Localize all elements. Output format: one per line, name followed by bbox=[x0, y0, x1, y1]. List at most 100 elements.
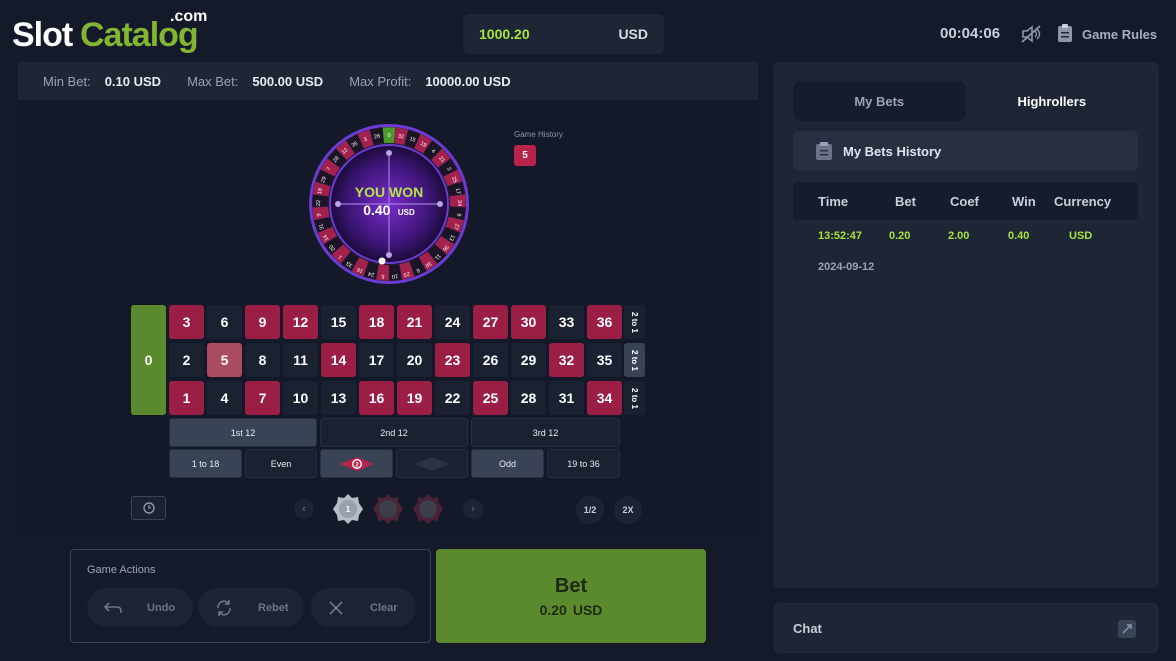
col-time: Time bbox=[818, 194, 849, 209]
bet-black[interactable] bbox=[396, 449, 468, 478]
bet-cell-5[interactable]: 5 bbox=[207, 343, 242, 377]
bet-cell-33[interactable]: 33 bbox=[549, 305, 584, 339]
bet-cell-26[interactable]: 26 bbox=[473, 343, 508, 377]
wheel-pocket-number: 34 bbox=[456, 200, 462, 206]
column-bet-label: 2 to 1 bbox=[630, 387, 639, 409]
row-coef: 2.00 bbox=[948, 230, 970, 242]
bet-cell-4[interactable]: 4 bbox=[207, 381, 242, 415]
bet-cell-12[interactable]: 12 bbox=[283, 305, 318, 339]
half-bet-button[interactable]: 1/2 bbox=[576, 496, 604, 524]
undo-button[interactable]: Undo bbox=[87, 588, 193, 627]
bet-cell-3[interactable]: 3 bbox=[169, 305, 204, 339]
undo-label: Undo bbox=[147, 601, 176, 614]
bet-cell-21[interactable]: 21 bbox=[397, 305, 432, 339]
bet-cell-0[interactable]: 0 bbox=[131, 305, 166, 415]
history-list-icon bbox=[816, 142, 832, 160]
tab-my-bets[interactable]: My Bets bbox=[793, 81, 966, 121]
bet-cell-9[interactable]: 9 bbox=[245, 305, 280, 339]
bet-button-label: Bet bbox=[554, 574, 588, 597]
clear-label: Clear bbox=[370, 601, 398, 614]
column-bet-bottom[interactable]: 2 to 1 bbox=[624, 381, 645, 415]
expand-icon[interactable] bbox=[1117, 619, 1137, 639]
bet-cell-31[interactable]: 31 bbox=[549, 381, 584, 415]
column-bet-middle[interactable]: 2 to 1 bbox=[624, 343, 645, 377]
dozen-1st[interactable]: 1st 12 bbox=[169, 418, 317, 447]
balance-amount: 1000.20 bbox=[479, 26, 530, 42]
rules-clipboard-icon[interactable] bbox=[1057, 23, 1073, 43]
chip-prev-button[interactable]: ‹ bbox=[294, 499, 314, 519]
game-actions-title: Game Actions bbox=[87, 564, 156, 576]
bets-panel: My Bets Highrollers My Bets History Time… bbox=[773, 62, 1159, 588]
wheel-pocket-number: 32 bbox=[397, 134, 404, 141]
max-bet-label: Max Bet: bbox=[187, 73, 239, 89]
max-profit-value: 10000.00 USD bbox=[425, 73, 511, 89]
bet-red[interactable]: 2 bbox=[320, 449, 393, 478]
bet-odd[interactable]: Odd bbox=[471, 449, 544, 478]
slotcatalog-logo: .com Slot Catalog bbox=[12, 8, 212, 58]
bets-tabs: My Bets Highrollers bbox=[793, 81, 1138, 121]
bet-1-to-18[interactable]: 1 to 18 bbox=[169, 449, 242, 478]
my-bets-history-header[interactable]: My Bets History bbox=[793, 131, 1138, 171]
bet-cell-24[interactable]: 24 bbox=[435, 305, 470, 339]
bet-cell-2[interactable]: 2 bbox=[169, 343, 204, 377]
row-win: 0.40 bbox=[1008, 230, 1030, 242]
wheel-pocket-number: 18 bbox=[317, 188, 324, 195]
max-profit-label: Max Profit: bbox=[349, 73, 412, 89]
bet-cell-17[interactable]: 17 bbox=[359, 343, 394, 377]
bet-cell-19[interactable]: 19 bbox=[397, 381, 432, 415]
game-history-result: 5 bbox=[514, 145, 536, 166]
bet-cell-18[interactable]: 18 bbox=[359, 305, 394, 339]
row-time: 13:52:47 bbox=[818, 230, 863, 242]
bet-cell-34[interactable]: 34 bbox=[587, 381, 622, 415]
bet-cell-7[interactable]: 7 bbox=[245, 381, 280, 415]
bet-cell-14[interactable]: 14 bbox=[321, 343, 356, 377]
wheel-pocket-number: 17 bbox=[454, 188, 461, 195]
chip-next-button[interactable]: › bbox=[463, 499, 483, 519]
bet-cell-1[interactable]: 1 bbox=[169, 381, 204, 415]
bet-cell-20[interactable]: 20 bbox=[397, 343, 432, 377]
chip-purple[interactable] bbox=[412, 493, 444, 525]
bet-cell-13[interactable]: 13 bbox=[321, 381, 356, 415]
dozen-2nd[interactable]: 2nd 12 bbox=[320, 418, 468, 447]
column-bet-top[interactable]: 2 to 1 bbox=[624, 305, 645, 339]
bet-cell-32[interactable]: 32 bbox=[549, 343, 584, 377]
bet-button[interactable]: Bet 0.20 USD bbox=[436, 549, 706, 643]
bet-even[interactable]: Even bbox=[245, 449, 317, 478]
bet-cell-27[interactable]: 27 bbox=[473, 305, 508, 339]
bet-cell-35[interactable]: 35 bbox=[587, 343, 622, 377]
bet-cell-25[interactable]: 25 bbox=[473, 381, 508, 415]
sound-muted-icon[interactable] bbox=[1020, 24, 1042, 44]
bet-cell-10[interactable]: 10 bbox=[283, 381, 318, 415]
column-bet-label: 2 to 1 bbox=[630, 311, 639, 333]
dozen-3rd[interactable]: 3rd 12 bbox=[471, 418, 620, 447]
tab-highrollers[interactable]: Highrollers bbox=[966, 81, 1139, 121]
chat-bar[interactable]: Chat bbox=[773, 603, 1159, 653]
balance-display: 1000.20 USD bbox=[463, 14, 664, 54]
you-won-text: YOU WON bbox=[355, 184, 423, 200]
chip-red[interactable] bbox=[372, 493, 404, 525]
bet-cell-28[interactable]: 28 bbox=[511, 381, 546, 415]
clear-button[interactable]: Clear bbox=[310, 588, 416, 627]
bet-cell-8[interactable]: 8 bbox=[245, 343, 280, 377]
bet-cell-30[interactable]: 30 bbox=[511, 305, 546, 339]
game-history-label: Game History bbox=[514, 130, 563, 139]
bet-cell-36[interactable]: 36 bbox=[587, 305, 622, 339]
double-bet-button[interactable]: 2X bbox=[614, 496, 642, 524]
bet-button-amount: 0.20 bbox=[539, 601, 567, 618]
bet-cell-22[interactable]: 22 bbox=[435, 381, 470, 415]
bet-cell-6[interactable]: 6 bbox=[207, 305, 242, 339]
chip-selected[interactable]: 1 bbox=[332, 493, 364, 525]
bet-cell-16[interactable]: 16 bbox=[359, 381, 394, 415]
rebet-button[interactable]: Rebet bbox=[198, 588, 304, 627]
bet-cell-23[interactable]: 23 bbox=[435, 343, 470, 377]
game-rules-link[interactable]: Game Rules bbox=[1082, 27, 1157, 42]
bet-cell-29[interactable]: 29 bbox=[511, 343, 546, 377]
bet-cell-15[interactable]: 15 bbox=[321, 305, 356, 339]
game-actions-panel: Game Actions Undo Rebet Clear bbox=[70, 549, 431, 643]
bet-cell-11[interactable]: 11 bbox=[283, 343, 318, 377]
chevron-right-icon: › bbox=[471, 503, 475, 515]
bet-history-button[interactable] bbox=[131, 496, 166, 520]
rebet-label: Rebet bbox=[258, 601, 289, 614]
bet-limits-bar: Min Bet: 0.10 USD Max Bet: 500.00 USD Ma… bbox=[18, 62, 758, 100]
bet-19-to-36[interactable]: 19 to 36 bbox=[547, 449, 620, 478]
